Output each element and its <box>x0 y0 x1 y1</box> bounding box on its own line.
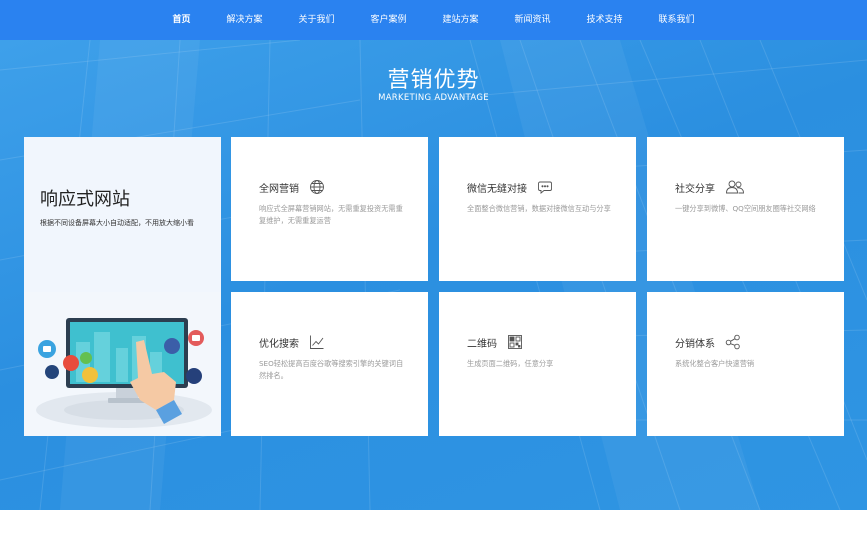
qrcode-icon <box>507 334 525 350</box>
card-social-sharing[interactable]: 社交分享 一键分享到微博、QQ空间朋友圈等社交网络 <box>647 137 844 281</box>
card-qrcode[interactable]: 二维码 生成页面二维码，任意分享 <box>439 292 636 436</box>
line-chart-icon <box>309 334 327 350</box>
card-description: 生成页面二维码，任意分享 <box>467 359 554 368</box>
globe-icon <box>309 179 327 195</box>
card-seo[interactable]: 优化搜索 SEO轻松提高百度谷歌等搜索引擎的关键词自然排名。 <box>231 292 428 436</box>
feature-title: 响应式网站 <box>40 189 130 210</box>
card-title: 分销体系 <box>675 338 715 350</box>
nav-item-home[interactable]: 首页 <box>154 0 208 40</box>
card-distribution-system[interactable]: 分销体系 系统化整合客户快速营销 <box>647 292 844 436</box>
users-icon <box>725 179 744 195</box>
card-header: 全网营销 <box>259 179 327 195</box>
card-wechat-integration[interactable]: 微信无缝对接 全面整合微信营销，数据对接微信互动与分享 <box>439 137 636 281</box>
nav-item-support[interactable]: 技术支持 <box>569 0 641 40</box>
nav-item-about[interactable]: 关于我们 <box>280 0 352 40</box>
card-header: 微信无缝对接 <box>467 179 555 195</box>
top-navigation: 首页 解决方案 关于我们 客户案例 建站方案 新闻资讯 技术支持 联系我们 <box>0 0 867 40</box>
responsive-site-feature-panel[interactable]: 响应式网站 根据不同设备屏幕大小自动适配，不用放大缩小看 <box>24 137 221 436</box>
card-description: SEO轻松提高百度谷歌等搜索引擎的关键词自然排名。 <box>259 359 404 380</box>
nav-item-site-plans[interactable]: 建站方案 <box>425 0 497 40</box>
card-description: 一键分享到微博、QQ空间朋友圈等社交网络 <box>675 204 816 213</box>
card-title: 全网营销 <box>259 183 299 195</box>
chat-bubble-icon <box>537 179 555 195</box>
feature-panel-top <box>24 137 221 292</box>
nav-item-solutions[interactable]: 解决方案 <box>208 0 280 40</box>
nav-item-contact[interactable]: 联系我们 <box>641 0 713 40</box>
share-nodes-icon <box>725 334 743 350</box>
card-description: 系统化整合客户快速营销 <box>675 359 755 368</box>
card-title: 社交分享 <box>675 183 715 195</box>
card-description: 全面整合微信营销，数据对接微信互动与分享 <box>467 204 611 213</box>
section-title: 营销优势 <box>387 68 480 93</box>
nav-item-news[interactable]: 新闻资讯 <box>497 0 569 40</box>
card-header: 分销体系 <box>675 334 743 350</box>
card-title: 二维码 <box>467 338 497 350</box>
card-title: 微信无缝对接 <box>467 183 527 195</box>
nav-item-cases[interactable]: 客户案例 <box>352 0 424 40</box>
card-header: 优化搜索 <box>259 334 327 350</box>
card-header: 社交分享 <box>675 179 744 195</box>
monitor-hand-illustration <box>36 318 212 428</box>
card-description: 响应式全屏幕营销网站，无需重复投资无需重复维护，无需重复运营 <box>259 204 403 225</box>
card-header: 二维码 <box>467 334 525 350</box>
section-subtitle: MARKETING ADVANTAGE <box>378 93 489 103</box>
feature-description: 根据不同设备屏幕大小自动适配，不用放大缩小看 <box>40 219 194 227</box>
card-title: 优化搜索 <box>259 338 299 350</box>
card-network-marketing[interactable]: 全网营销 响应式全屏幕营销网站，无需重复投资无需重复维护，无需重复运营 <box>231 137 428 281</box>
